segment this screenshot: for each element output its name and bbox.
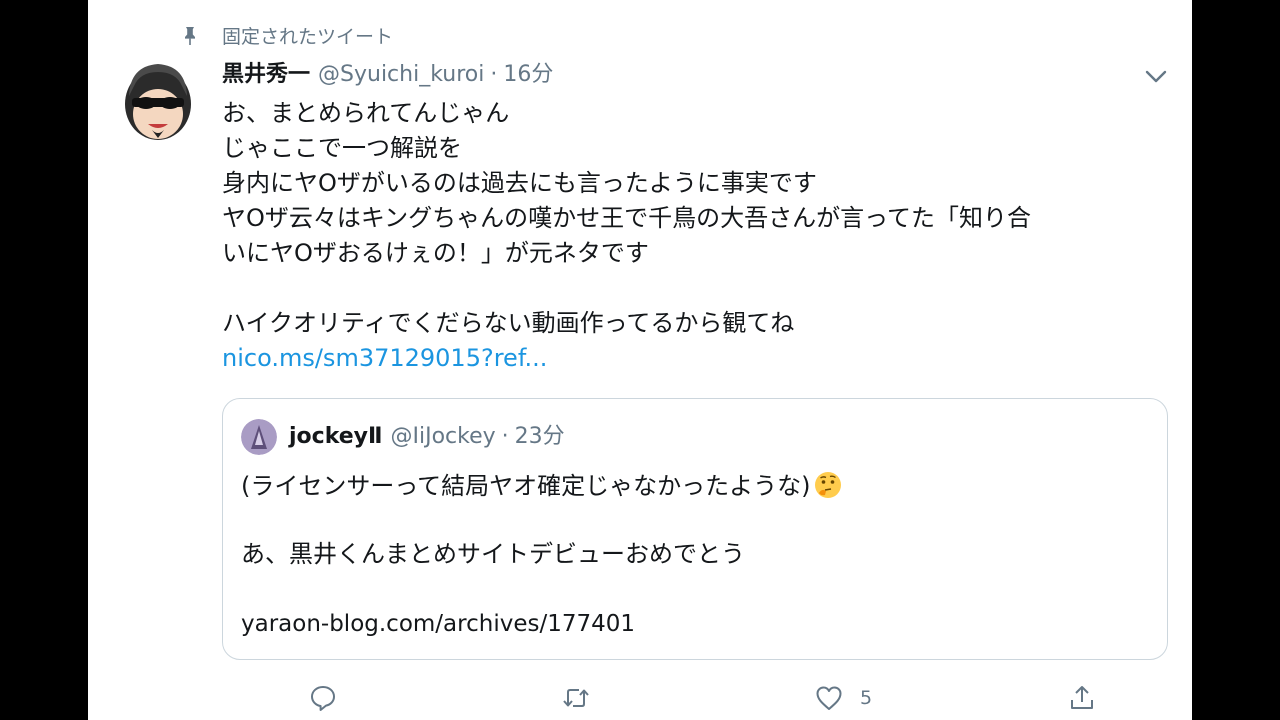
chevron-down-icon[interactable]	[1142, 62, 1170, 90]
author-handle[interactable]: @Syuichi_kuroi	[318, 62, 484, 87]
thinking-face-icon	[814, 472, 841, 498]
reply-button[interactable]	[308, 680, 338, 716]
like-count: 5	[860, 687, 873, 709]
author-name[interactable]: 黒井秀一	[222, 62, 310, 87]
tweet-line: ヤOザ云々はキングちゃんの嘆かせ王で千鳥の大吾さんが言ってた「知り合	[222, 204, 1031, 232]
quote-time: 23分	[514, 424, 565, 449]
separator-dot: ·	[490, 62, 498, 87]
reply-icon	[311, 686, 335, 711]
tweet-panel: 固定されたツイート 黒井秀一 @Syuichi_kuroi · 16分 お、まとめられ…	[88, 0, 1192, 720]
tweet-line: じゃここで一つ解説を	[222, 134, 462, 162]
tweet-body: お、まとめられてんじゃん じゃここで一つ解説を 身内にヤOザがいるのは過去にも言…	[222, 96, 1172, 376]
quote-author-handle: @IiJockey	[390, 424, 496, 449]
pinned-label: 固定されたツイート	[222, 26, 394, 48]
quote-author-avatar	[241, 419, 277, 455]
pinned-indicator: 固定されたツイート	[88, 22, 1192, 52]
like-button[interactable]: 5	[814, 680, 872, 716]
quote-url[interactable]: yaraon-blog.com/archives/177401	[241, 607, 635, 641]
quote-body: (ライセンサーって結局ヤオ確定じゃなかったような) あ、黒井くんまとめサイトデビ…	[241, 469, 1141, 571]
quoted-tweet[interactable]: jockeyⅡ @IiJockey · 23分 (ライセンサーって結局ヤオ確定じゃなか…	[222, 398, 1168, 660]
tweet-line: お、まとめられてんじゃん	[222, 99, 510, 127]
quote-line: あ、黒井くんまとめサイトデビューおめでとう	[241, 540, 745, 568]
tweet-link[interactable]: nico.ms/sm37129015?ref...	[222, 341, 1172, 376]
tweet-line: いにヤOザおるけぇの！」が元ネタです	[222, 239, 649, 267]
quote-header: jockeyⅡ @IiJockey · 23分	[289, 419, 565, 455]
retweet-icon	[563, 689, 589, 707]
author-avatar[interactable]	[118, 56, 198, 144]
like-icon	[816, 686, 842, 710]
tweet-line: ハイクオリティでくだらない動画作ってるから観てね	[222, 309, 795, 337]
tweet-actions: 5	[222, 680, 1168, 716]
tweet-header: 黒井秀一 @Syuichi_kuroi · 16分	[222, 58, 553, 92]
tweet-line: 身内にヤOザがいるのは過去にも言ったように事実です	[222, 169, 817, 197]
share-icon	[1071, 686, 1093, 709]
quote-author-name: jockeyⅡ	[289, 424, 383, 449]
tweet-time[interactable]: 16分	[503, 62, 553, 87]
pin-icon	[185, 27, 195, 45]
retweet-button[interactable]	[561, 680, 591, 716]
share-button[interactable]	[1067, 680, 1097, 716]
quote-separator-dot: ·	[501, 424, 509, 449]
quote-line: (ライセンサーって結局ヤオ確定じゃなかったような)	[241, 472, 811, 500]
